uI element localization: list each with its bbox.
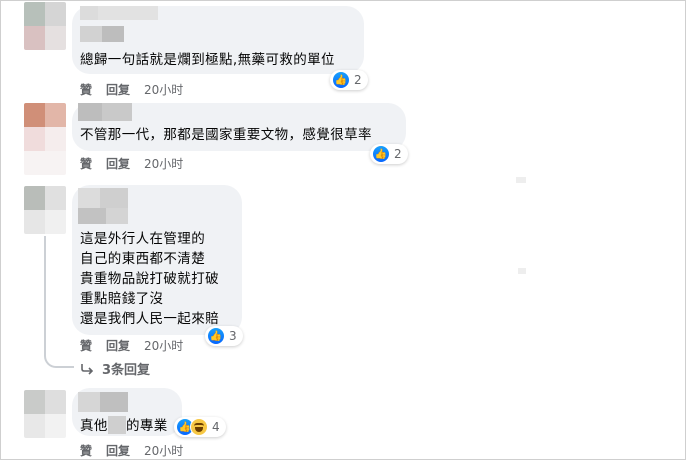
timestamp[interactable]: 20小时 <box>144 442 183 459</box>
comment-actions: 贊 回复 20小时 <box>80 155 183 172</box>
reaction-summary[interactable]: 👍 2 <box>330 70 368 90</box>
author-name[interactable] <box>102 26 124 42</box>
thread-curve <box>44 330 74 368</box>
like-button[interactable]: 贊 <box>80 442 92 459</box>
thumbs-up-icon: 👍 <box>207 327 225 345</box>
reaction-summary[interactable]: 👍 3 <box>205 326 243 346</box>
author-name[interactable] <box>78 188 100 208</box>
author-name[interactable] <box>78 392 100 412</box>
avatar[interactable] <box>24 390 66 438</box>
author-name[interactable] <box>98 6 158 20</box>
avatar[interactable] <box>24 103 66 175</box>
like-button[interactable]: 贊 <box>80 155 92 172</box>
comment-text-line: 自己的東西都不清楚 <box>80 251 206 267</box>
author-name[interactable] <box>106 208 128 224</box>
comment-actions: 贊 回复 20小时 <box>80 442 183 459</box>
avatar[interactable] <box>24 2 66 50</box>
replies-count-label: 3条回复 <box>102 363 151 378</box>
timestamp[interactable]: 20小时 <box>144 155 183 172</box>
comment-text-line: 重點賠錢了沒 <box>80 291 164 307</box>
thumbs-up-icon: 👍 <box>372 145 390 163</box>
reaction-count: 3 <box>229 329 237 343</box>
timestamp[interactable]: 20小时 <box>144 81 183 98</box>
reaction-count: 2 <box>394 147 402 161</box>
thread-line <box>44 236 46 332</box>
comment-text: 總歸一句話就是爛到極點,無藥可救的單位 <box>80 52 335 68</box>
thumbs-up-icon: 👍 <box>332 71 350 89</box>
author-name[interactable] <box>78 208 106 224</box>
author-name[interactable] <box>100 392 128 412</box>
author-name[interactable] <box>78 103 102 121</box>
reply-button[interactable]: 回复 <box>106 81 130 98</box>
haha-icon <box>190 418 208 436</box>
timestamp[interactable]: 20小时 <box>144 337 183 354</box>
comment-text: 不管那一代，那都是國家重要文物，感覺很草率 <box>80 127 372 143</box>
comment-text-line: 貴重物品說打破就打破 <box>80 271 219 287</box>
censored-word <box>108 416 126 434</box>
author-name[interactable] <box>80 6 98 20</box>
comment-text-prefix: 真他 <box>80 418 108 434</box>
background-artifact <box>518 268 526 274</box>
author-name[interactable] <box>80 26 102 42</box>
comment-text-line: 還是我們人民一起來賠 <box>80 311 219 327</box>
comment-actions: 贊 回复 20小时 <box>80 81 183 98</box>
reply-arrow-icon <box>81 363 94 375</box>
reply-button[interactable]: 回复 <box>106 442 130 459</box>
like-button[interactable]: 贊 <box>80 81 92 98</box>
reaction-count: 2 <box>354 73 362 87</box>
reply-button[interactable]: 回复 <box>106 337 130 354</box>
comment-text-line: 這是外行人在管理的 <box>80 231 206 247</box>
author-name[interactable] <box>102 103 132 121</box>
comment-actions: 贊 回复 20小时 <box>80 337 183 354</box>
avatar[interactable] <box>24 186 66 234</box>
like-button[interactable]: 贊 <box>80 337 92 354</box>
reaction-summary[interactable]: 👍 4 <box>174 417 226 437</box>
view-replies-link[interactable]: 3条回复 <box>80 359 150 378</box>
background-artifact <box>516 177 526 183</box>
reply-button[interactable]: 回复 <box>106 155 130 172</box>
comment-text-suffix: 的專業 <box>126 418 168 434</box>
reaction-count: 4 <box>212 420 220 434</box>
reaction-summary[interactable]: 👍 2 <box>370 144 408 164</box>
author-name[interactable] <box>100 188 128 208</box>
